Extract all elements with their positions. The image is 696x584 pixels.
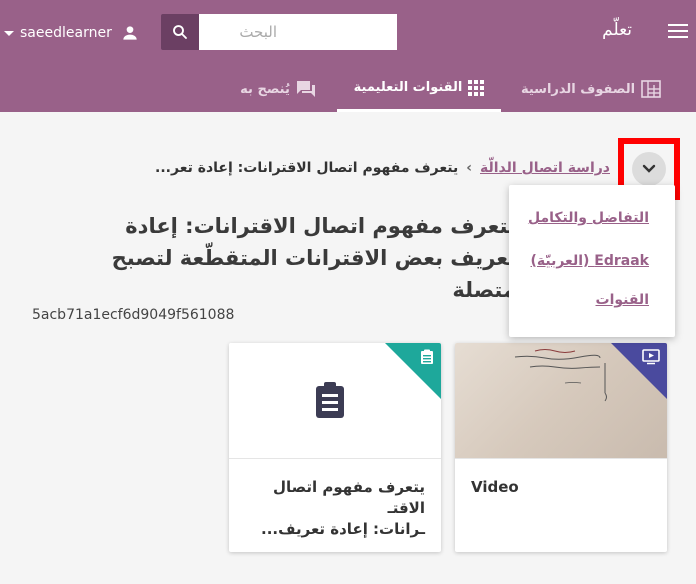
breadcrumb-link[interactable]: دراسة اتصال الدالّة xyxy=(480,160,610,176)
breadcrumb-dropdown-button[interactable] xyxy=(632,152,666,186)
clipboard-icon xyxy=(316,382,344,418)
tab-channels[interactable]: القنوات التعليمية xyxy=(337,66,501,112)
video-icon xyxy=(642,349,660,365)
page-title: يتعرف مفهوم اتصال الاقترانات: إعادة تعري… xyxy=(111,214,516,302)
tab-recommended[interactable]: يُنصح به xyxy=(228,66,328,112)
breadcrumb-current: يتعرف مفهوم اتصال الاقترانات: إعادة تعر.… xyxy=(155,160,459,176)
breadcrumb-separator: › xyxy=(466,160,472,176)
app-bar: saeedlearner تعلّم الصفوف الدراسية القنو… xyxy=(0,0,696,112)
search-button[interactable] xyxy=(161,14,199,50)
classes-icon xyxy=(641,80,661,98)
caret-down-icon xyxy=(4,30,14,36)
channels-grid-icon xyxy=(468,79,485,96)
content-card-video[interactable]: Video xyxy=(455,343,667,552)
breadcrumb-dropdown-menu: التفاضل والتكامل Edraak (العربيّة) القنو… xyxy=(509,185,675,337)
breadcrumb: دراسة اتصال الدالّة › يتعرف مفهوم اتصال … xyxy=(155,160,610,176)
user-menu[interactable]: saeedlearner xyxy=(0,21,140,45)
card-title-line: يتعرف مفهوم اتصال الاقتـ xyxy=(272,478,425,517)
clipboard-small-icon xyxy=(421,349,433,364)
card-title: يتعرف مفهوم اتصال الاقتـ ـرانات: إعادة ت… xyxy=(235,477,425,540)
brand-title: تعلّم xyxy=(602,20,632,40)
username: saeedlearner xyxy=(20,25,112,41)
content-card-exercise[interactable]: يتعرف مفهوم اتصال الاقتـ ـرانات: إعادة ت… xyxy=(229,343,441,552)
top-bar: saeedlearner تعلّم xyxy=(0,0,696,66)
chevron-down-icon xyxy=(642,164,656,173)
search-icon xyxy=(173,25,187,39)
search-input[interactable] xyxy=(199,14,397,50)
card-title: Video xyxy=(471,478,519,496)
hamburger-menu-icon[interactable] xyxy=(668,24,688,40)
tab-classes[interactable]: الصفوف الدراسية xyxy=(511,66,671,112)
content-id: 5acb71a1ecf6d9049f561088 xyxy=(32,307,235,323)
exercise-thumbnail xyxy=(229,343,441,459)
tab-channels-label: القنوات التعليمية xyxy=(353,80,463,95)
dropdown-item-channels[interactable]: القنوات xyxy=(596,292,650,308)
dropdown-item-edraak[interactable]: Edraak (العربيّة) xyxy=(530,253,649,269)
recommended-icon xyxy=(296,81,315,97)
dropdown-item-calculus[interactable]: التفاضل والتكامل xyxy=(528,210,649,226)
tab-classes-label: الصفوف الدراسية xyxy=(520,81,636,97)
nav-tabs: الصفوف الدراسية القنوات التعليمية يُنصح … xyxy=(0,66,696,112)
video-thumbnail xyxy=(455,343,667,459)
tab-recommended-label: يُنصح به xyxy=(240,81,290,97)
person-icon xyxy=(123,26,137,40)
card-title-line: ـرانات: إعادة تعريف... xyxy=(261,520,425,538)
